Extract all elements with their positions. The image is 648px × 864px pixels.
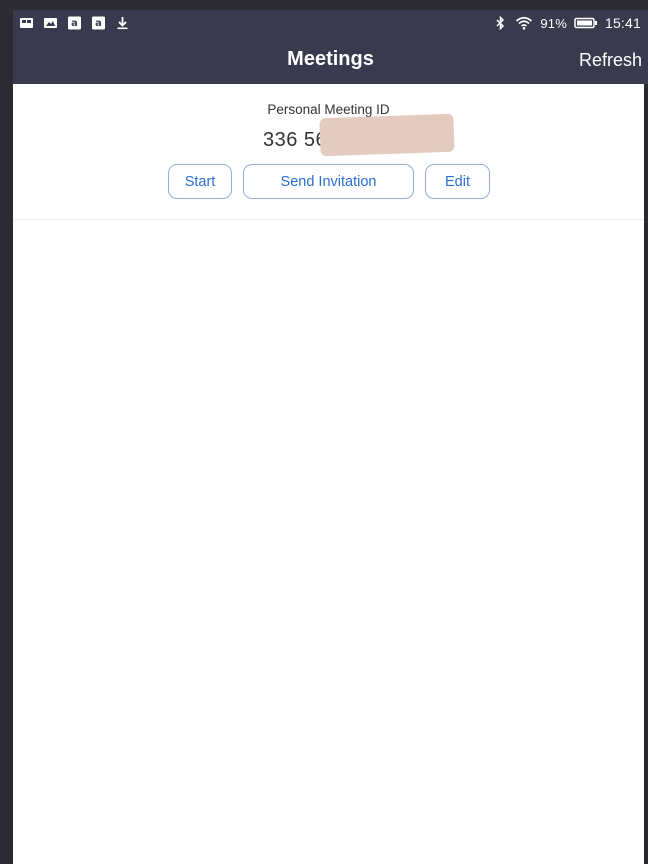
refresh-button[interactable]: Refresh — [579, 50, 642, 71]
bluetooth-icon — [493, 16, 508, 30]
app-top-bar: a a 91% 15:41 Meetings Refresh — [13, 10, 648, 84]
battery-icon — [574, 16, 598, 30]
page-title: Meetings — [287, 48, 374, 70]
svg-text:a: a — [95, 18, 102, 29]
gallery-icon — [19, 16, 34, 30]
download-icon — [115, 16, 130, 30]
edit-button[interactable]: Edit — [425, 164, 490, 199]
redaction-mark — [319, 113, 455, 157]
battery-percent: 91% — [540, 15, 567, 31]
wifi-icon — [515, 16, 533, 30]
start-button[interactable]: Start — [168, 164, 232, 199]
send-invitation-button[interactable]: Send Invitation — [243, 164, 414, 199]
status-indicators: 91% 15:41 — [493, 15, 641, 31]
image-icon — [43, 16, 58, 30]
meetings-content: Personal Meeting ID 336 56 Start Send In… — [13, 84, 644, 864]
personal-meeting-section: Personal Meeting ID 336 56 Start Send In… — [13, 84, 644, 220]
svg-text:a: a — [71, 18, 78, 29]
status-bar: a a 91% 15:41 — [13, 10, 648, 40]
device-frame: a a 91% 15:41 Meetings Refresh Personal … — [0, 0, 648, 864]
notification-icons: a a — [19, 16, 130, 30]
amazon-icon: a — [67, 16, 82, 30]
personal-meeting-id-value: 336 56 — [263, 129, 328, 151]
status-time: 15:41 — [604, 15, 641, 31]
amazon-icon: a — [91, 16, 106, 30]
personal-meeting-id-label: Personal Meeting ID — [267, 102, 390, 117]
